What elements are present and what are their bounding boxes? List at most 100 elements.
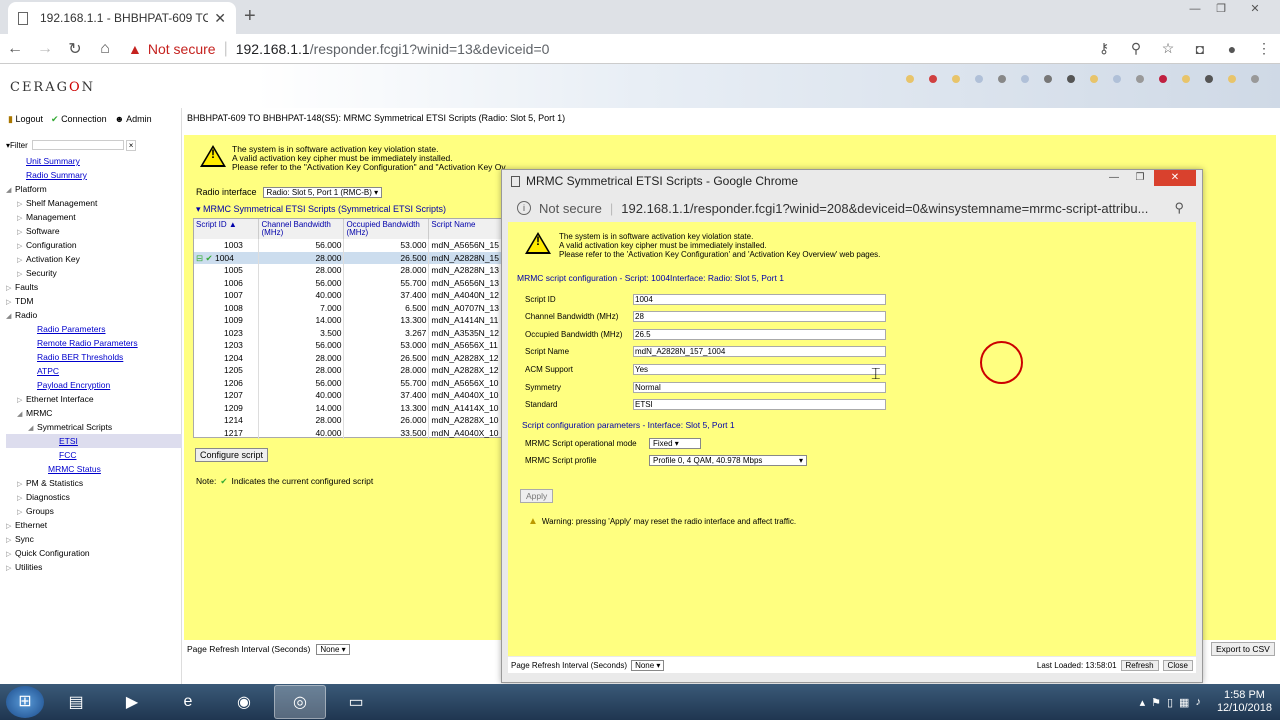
logout-link[interactable]: ▮ Logout [8, 114, 43, 125]
zoom-icon[interactable]: ⚲ [1120, 40, 1152, 57]
reload-icon[interactable]: ↻ [60, 39, 90, 59]
table-row[interactable]: 1003 56.000 53.000 mdN_A5656N_15 [194, 239, 502, 252]
close-button[interactable]: Close [1162, 659, 1193, 671]
folder-icon[interactable]: ▭ [330, 685, 382, 719]
internet-explorer-icon[interactable]: e [162, 685, 214, 719]
tree-item[interactable]: Unit Summary [6, 154, 182, 168]
tree-item[interactable]: ◢ Symmetrical Scripts [6, 420, 182, 434]
tree-item[interactable]: ▷ Quick Configuration [6, 546, 182, 560]
radio-interface-select[interactable]: Radio: Slot 5, Port 1 (RMC-B) ▾ [262, 187, 383, 198]
expanded-icon[interactable]: ◢ [28, 422, 37, 436]
popup-maximize-button[interactable]: ❐ [1127, 170, 1153, 186]
popup-address-bar[interactable]: i Not secure | 192.168.1.1/responder.fcg… [511, 196, 1194, 220]
new-tab-button[interactable]: + [244, 5, 256, 28]
table-row[interactable]: 1008 7.000 6.500 mdN_A0707N_13 [194, 301, 502, 314]
zoom-icon[interactable]: ⚲ [1174, 200, 1184, 216]
tree-item[interactable]: ▷ PM & Statistics [6, 476, 182, 490]
tree-item[interactable]: ▷ Shelf Management [6, 196, 182, 210]
tree-item[interactable]: ATPC [6, 364, 182, 378]
refresh-select[interactable]: None ▾ [316, 643, 350, 655]
maximize-button[interactable]: ❐ [1208, 0, 1234, 18]
tree-item[interactable]: ◢ Platform [6, 182, 182, 196]
tree-item[interactable]: ▷ Groups [6, 504, 182, 518]
column-header[interactable]: Script ID ▲ [194, 219, 260, 239]
table-row[interactable]: 1214 28.000 26.000 mdN_A2828X_10 [194, 414, 502, 427]
section-title[interactable]: ▾ MRMC Symmetrical ETSI Scripts (Symmetr… [196, 204, 446, 215]
volume-icon[interactable]: ♪ [1195, 696, 1201, 708]
expanded-icon[interactable]: ◢ [6, 184, 15, 198]
table-row[interactable]: 1203 56.000 53.000 mdN_A5656X_11 [194, 339, 502, 352]
tray-arrow-icon[interactable]: ▴ [1140, 696, 1146, 709]
tree-item[interactable]: ▷ Sync [6, 532, 182, 546]
table-row[interactable]: 1209 14.000 13.300 mdN_A1414X_10 [194, 401, 502, 414]
field-value[interactable]: mdN_A2828N_157_1004 [633, 346, 886, 358]
tree-item[interactable]: ▷ Configuration [6, 238, 182, 252]
tree-item[interactable]: MRMC Status [6, 462, 182, 476]
extension-icon[interactable]: ◘ [1184, 41, 1216, 57]
network-icon[interactable]: ▦ [1179, 696, 1189, 709]
tree-item[interactable]: Radio Parameters [6, 322, 182, 336]
expanded-icon[interactable]: ◢ [6, 310, 15, 324]
media-player-icon[interactable]: ▶ [106, 685, 158, 719]
forward-icon[interactable]: → [30, 40, 60, 58]
start-button[interactable]: ⊞ [6, 686, 44, 718]
tree-item[interactable]: ▷ Activation Key [6, 252, 182, 266]
tree-item[interactable]: Payload Encryption [6, 378, 182, 392]
column-header[interactable]: Channel Bandwidth (MHz) [258, 219, 345, 239]
field-value[interactable]: Normal [633, 381, 886, 393]
filter-input[interactable] [31, 140, 124, 150]
table-row[interactable]: 1207 40.000 37.400 mdN_A4040X_10 [194, 389, 502, 402]
export-csv-button[interactable]: Export to CSV [1211, 642, 1275, 656]
tree-item[interactable]: ▷ Faults [6, 280, 182, 294]
not-secure-label[interactable]: Not secure [148, 41, 216, 57]
tree-item[interactable]: Radio BER Thresholds [6, 350, 182, 364]
table-row[interactable]: ⊟ ✔ 1004 28.000 26.500 mdN_A2828N_15 [194, 251, 502, 264]
refresh-button[interactable]: Refresh [1120, 659, 1159, 671]
flag-icon[interactable]: ⚑ [1151, 696, 1161, 709]
column-header[interactable]: Occupied Bandwidth (MHz) [343, 219, 430, 239]
tree-item[interactable]: ▷ Ethernet Interface [6, 392, 182, 406]
field-value[interactable]: Yes [633, 363, 886, 375]
field-value[interactable]: 26.5 [633, 328, 886, 340]
close-window-button[interactable]: ✕ [1242, 0, 1268, 18]
configure-script-button[interactable]: Configure script [195, 448, 269, 462]
tree-item[interactable]: ▷ Diagnostics [6, 490, 182, 504]
tree-item[interactable]: ETSI [6, 434, 182, 448]
collapsed-icon[interactable]: ▷ [6, 562, 15, 576]
tree-item[interactable]: ▷ Utilities [6, 560, 182, 574]
menu-icon[interactable]: ⋮ [1248, 40, 1280, 57]
table-row[interactable]: 1204 28.000 26.500 mdN_A2828X_12 [194, 351, 502, 364]
avatar[interactable]: ● [1216, 41, 1248, 57]
apply-button[interactable]: Apply [520, 489, 554, 503]
explorer-icon[interactable]: ▤ [50, 685, 102, 719]
expanded-icon[interactable]: ◢ [17, 408, 26, 422]
back-icon[interactable]: ← [0, 40, 30, 58]
table-row[interactable]: 1005 28.000 28.000 mdN_A2828N_13 [194, 264, 502, 277]
table-row[interactable]: 1206 56.000 55.700 mdN_A5656X_10 [194, 376, 502, 389]
field-value[interactable]: 28 [633, 311, 886, 323]
tree-item[interactable]: Radio Summary [6, 168, 182, 182]
clear-filter-icon[interactable]: × [125, 139, 137, 151]
tree-item[interactable]: FCC [6, 448, 182, 462]
clock[interactable]: 1:58 PM 12/10/2018 [1217, 689, 1272, 715]
chrome-icon[interactable]: ◎ [274, 685, 326, 719]
device-icon[interactable]: ▯ [1167, 696, 1173, 709]
browser-tab[interactable]: 192.168.1.1 - BHBHPAT-609 TO B ✕ [8, 2, 236, 34]
tree-item[interactable]: Remote Radio Parameters [6, 336, 182, 350]
connection-link[interactable]: ✔ Connection [51, 114, 107, 125]
table-row[interactable]: 1023 3.500 3.267 mdN_A3535N_12 [194, 326, 502, 339]
popup-close-button[interactable]: ✕ [1154, 170, 1196, 186]
firefox-icon[interactable]: ◉ [218, 685, 270, 719]
tab-close-icon[interactable]: ✕ [214, 10, 226, 27]
table-row[interactable]: 1205 28.000 28.000 mdN_A2828X_12 [194, 364, 502, 377]
refresh-select[interactable]: None ▾ [631, 659, 665, 671]
warning-icon[interactable]: ▲ [128, 41, 142, 57]
column-header[interactable]: Script Name [428, 219, 502, 239]
table-row[interactable]: 1006 56.000 55.700 mdN_A5656N_13 [194, 276, 502, 289]
table-row[interactable]: 1009 14.000 13.300 mdN_A1414N_11 [194, 314, 502, 327]
popup-minimize-button[interactable]: — [1101, 170, 1127, 186]
star-icon[interactable]: ☆ [1152, 40, 1184, 57]
profile-select[interactable]: Profile 0, 4 QAM, 40.978 Mbps ▾ [649, 454, 807, 466]
field-value[interactable]: ETSI [633, 399, 886, 411]
tree-item[interactable]: ◢ MRMC [6, 406, 182, 420]
